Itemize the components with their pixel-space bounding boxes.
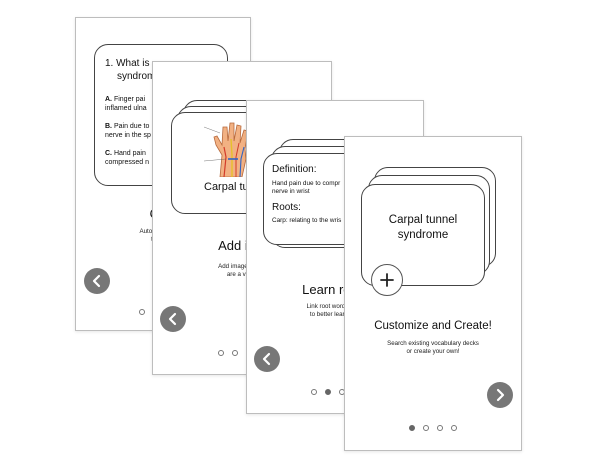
roots-text: Carp: relating to the wris	[272, 217, 342, 224]
page-dot-active[interactable]	[325, 389, 331, 395]
answer-b[interactable]: B. Pain due to nerve in the sp	[105, 122, 151, 140]
chevron-right-icon	[496, 388, 505, 402]
screen-description: Search existing vocabulary decks or crea…	[387, 340, 479, 355]
definition-text: Hand pain due to compr nerve in wrist	[272, 180, 341, 195]
chevron-left-icon	[262, 352, 271, 366]
plus-icon	[380, 273, 394, 287]
page-dot[interactable]	[311, 389, 317, 395]
screen-title: Customize and Create!	[374, 320, 492, 332]
page-dot[interactable]	[218, 350, 224, 356]
next-button[interactable]	[487, 382, 513, 408]
card-word: Carpal tunnel syndrome	[388, 214, 458, 241]
definition-heading: Definition:	[272, 164, 317, 175]
back-button[interactable]	[84, 268, 110, 294]
pagination-dots	[345, 425, 521, 431]
page-dot[interactable]	[423, 425, 429, 431]
answer-a[interactable]: A. Finger pai inflamed ulna	[105, 95, 147, 113]
page-dot[interactable]	[451, 425, 457, 431]
page-dot[interactable]	[437, 425, 443, 431]
roots-heading: Roots:	[272, 202, 301, 213]
onboarding-screen-customize: Carpal tunnel syndrome Customize and Cre…	[344, 136, 522, 451]
back-button[interactable]	[254, 346, 280, 372]
answer-c[interactable]: C. Hand pain compressed n	[105, 149, 149, 167]
page-dot[interactable]	[139, 309, 145, 315]
chevron-left-icon	[168, 312, 177, 326]
page-dot[interactable]	[232, 350, 238, 356]
back-button[interactable]	[160, 306, 186, 332]
quiz-question: 1. What is syndrom	[105, 58, 156, 82]
page-dot-active[interactable]	[409, 425, 415, 431]
chevron-left-icon	[92, 274, 101, 288]
add-card-button[interactable]	[371, 264, 403, 296]
